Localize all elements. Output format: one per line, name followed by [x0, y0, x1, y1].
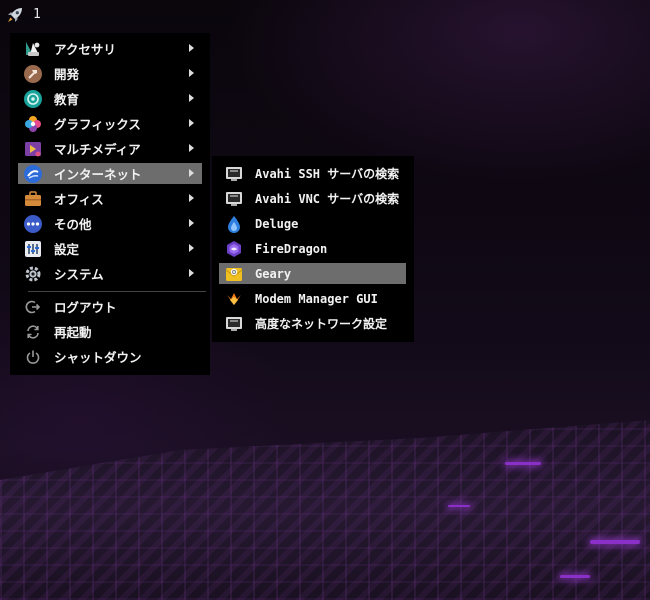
submenu-arrow-icon [189, 244, 194, 252]
menu-item-internet[interactable]: インターネット [18, 163, 202, 184]
restart-icon [23, 322, 43, 342]
menu-item-label: システム [54, 267, 104, 282]
submenu-item-firedragon[interactable]: FireDragon [219, 238, 406, 259]
submenu-item-label: Avahi VNC サーバの検索 [255, 192, 400, 206]
menu-item-label: マルチメディア [54, 142, 141, 157]
top-panel: 1 [0, 0, 120, 30]
submenu-arrow-icon [189, 69, 194, 77]
wallpaper-glow [590, 540, 640, 544]
menu-item-multimedia[interactable]: マルチメディア [18, 138, 202, 159]
submenu-item-advanced-network[interactable]: 高度なネットワーク設定 [219, 313, 406, 334]
workspace-number[interactable]: 1 [33, 7, 41, 22]
office-icon [23, 189, 43, 209]
wallpaper-glow [505, 462, 541, 465]
graphics-icon [23, 114, 43, 134]
firedragon-icon [224, 239, 244, 259]
application-menu: アクセサリ 開発 教育 グラフィックス マルチメディア インターネット オフィス… [10, 33, 210, 375]
menu-item-development[interactable]: 開発 [18, 63, 202, 84]
menu-item-label: アクセサリ [54, 42, 116, 57]
submenu-item-label: Avahi SSH サーバの検索 [255, 167, 400, 181]
submenu-item-deluge[interactable]: Deluge [219, 213, 406, 234]
modem-manager-icon [224, 289, 244, 309]
submenu-item-label: Modem Manager GUI [255, 291, 378, 306]
menu-item-label: 設定 [54, 242, 80, 257]
menu-item-label: インターネット [54, 167, 142, 182]
shutdown-icon [23, 347, 43, 367]
menu-item-other[interactable]: その他 [18, 213, 202, 234]
multimedia-icon [23, 139, 43, 159]
network-server-icon [224, 189, 244, 209]
submenu-item-geary[interactable]: Geary [219, 263, 406, 284]
submenu-arrow-icon [189, 44, 194, 52]
submenu-arrow-icon [189, 219, 194, 227]
submenu-item-label: Deluge [255, 216, 299, 231]
submenu-item-label: 高度なネットワーク設定 [255, 317, 388, 331]
submenu-item-modem-manager[interactable]: Modem Manager GUI [219, 288, 406, 309]
other-icon [23, 214, 43, 234]
network-server-icon [224, 314, 244, 334]
menu-item-label: 開発 [54, 67, 80, 82]
network-server-icon [224, 164, 244, 184]
menu-item-label: 再起動 [54, 325, 92, 340]
menu-item-restart[interactable]: 再起動 [18, 321, 202, 342]
logout-icon [23, 297, 43, 317]
menu-item-label: シャットダウン [54, 350, 142, 365]
submenu-item-avahi-ssh[interactable]: Avahi SSH サーバの検索 [219, 163, 406, 184]
submenu-arrow-icon [189, 144, 194, 152]
menu-item-graphics[interactable]: グラフィックス [18, 113, 202, 134]
menu-item-label: ログアウト [54, 300, 117, 315]
internet-icon [23, 164, 43, 184]
menu-item-office[interactable]: オフィス [18, 188, 202, 209]
wallpaper-glow [560, 575, 590, 578]
wallpaper-cityscape [0, 420, 650, 600]
submenu-arrow-icon [189, 194, 194, 202]
submenu-arrow-icon [189, 169, 194, 177]
geary-mail-icon [224, 264, 244, 284]
menu-item-accessories[interactable]: アクセサリ [18, 38, 202, 59]
development-icon [23, 64, 43, 84]
menu-item-label: オフィス [54, 192, 104, 207]
menu-item-label: 教育 [54, 92, 80, 107]
submenu-item-label: Geary [255, 266, 292, 281]
submenu-arrow-icon [189, 119, 194, 127]
menu-item-settings[interactable]: 設定 [18, 238, 202, 259]
menu-item-system[interactable]: システム [18, 263, 202, 284]
menu-item-logout[interactable]: ログアウト [18, 296, 202, 317]
internet-submenu: Avahi SSH サーバの検索 Avahi VNC サーバの検索 Deluge [212, 156, 414, 342]
submenu-item-label: FireDragon [255, 241, 328, 256]
menu-item-education[interactable]: 教育 [18, 88, 202, 109]
wallpaper-glow [448, 505, 470, 507]
accessories-icon [23, 39, 43, 59]
menu-item-label: その他 [54, 217, 92, 232]
deluge-icon [224, 214, 244, 234]
menu-item-label: グラフィックス [54, 117, 141, 132]
submenu-arrow-icon [189, 269, 194, 277]
submenu-item-avahi-vnc[interactable]: Avahi VNC サーバの検索 [219, 188, 406, 209]
settings-icon [23, 239, 43, 259]
rocket-icon[interactable] [6, 6, 24, 24]
system-icon [23, 264, 43, 284]
menu-separator [28, 291, 206, 292]
submenu-arrow-icon [189, 94, 194, 102]
education-icon [23, 89, 43, 109]
menu-item-shutdown[interactable]: シャットダウン [18, 346, 202, 367]
